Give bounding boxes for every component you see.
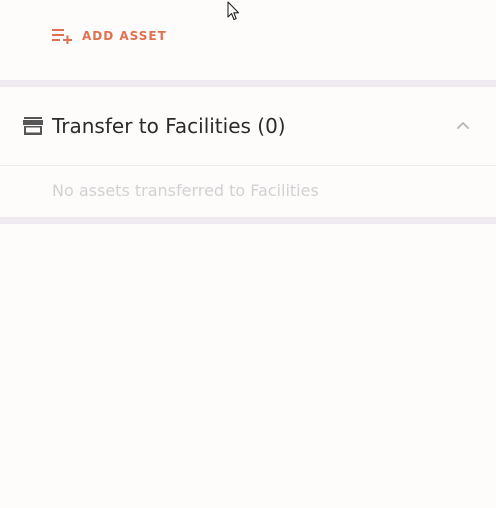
- chevron-up-icon[interactable]: [455, 118, 471, 134]
- section-divider-bottom: [0, 217, 496, 224]
- add-asset-label: ADD ASSET: [82, 29, 167, 43]
- store-icon: [23, 117, 43, 135]
- transfer-section-header[interactable]: Transfer to Facilities (0): [0, 87, 496, 166]
- page: ADD ASSET Transfer to Facilities (0) No …: [0, 0, 496, 508]
- mouse-pointer-icon: [227, 1, 241, 21]
- empty-state-message: No assets transferred to Facilities: [52, 181, 319, 200]
- add-asset-row: ADD ASSET: [0, 0, 496, 80]
- section-divider-top: [0, 80, 496, 87]
- playlist-add-icon: [52, 28, 72, 44]
- add-asset-button[interactable]: ADD ASSET: [52, 24, 167, 48]
- section-title: Transfer to Facilities (0): [52, 114, 286, 138]
